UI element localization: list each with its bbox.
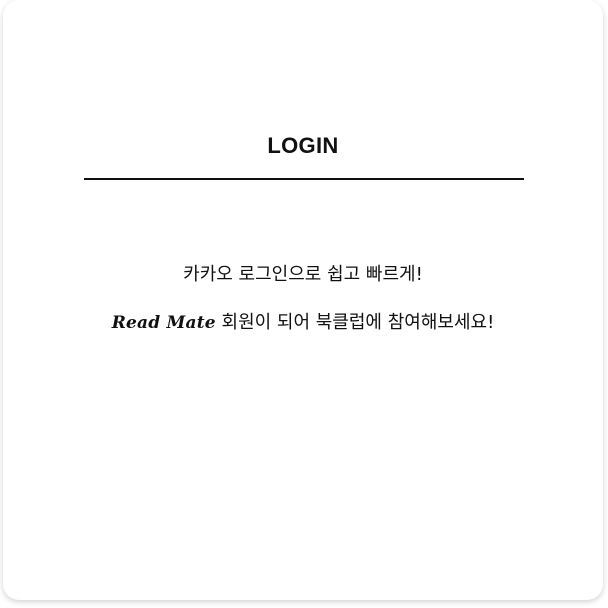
login-card: LOGIN 카카오 로그인으로 쉽고 빠르게! Read Mate 회원이 되어…: [3, 0, 603, 600]
brand-name: Read Mate: [111, 313, 216, 333]
login-message-line2-text: 회원이 되어 북클럽에 참여해보세요!: [215, 312, 495, 333]
login-message-line2: Read Mate 회원이 되어 북클럽에 참여해보세요!: [3, 311, 603, 335]
login-message-line1: 카카오 로그인으로 쉽고 빠르게!: [183, 264, 423, 285]
title-divider: [84, 178, 524, 180]
login-title: LOGIN: [267, 133, 339, 158]
